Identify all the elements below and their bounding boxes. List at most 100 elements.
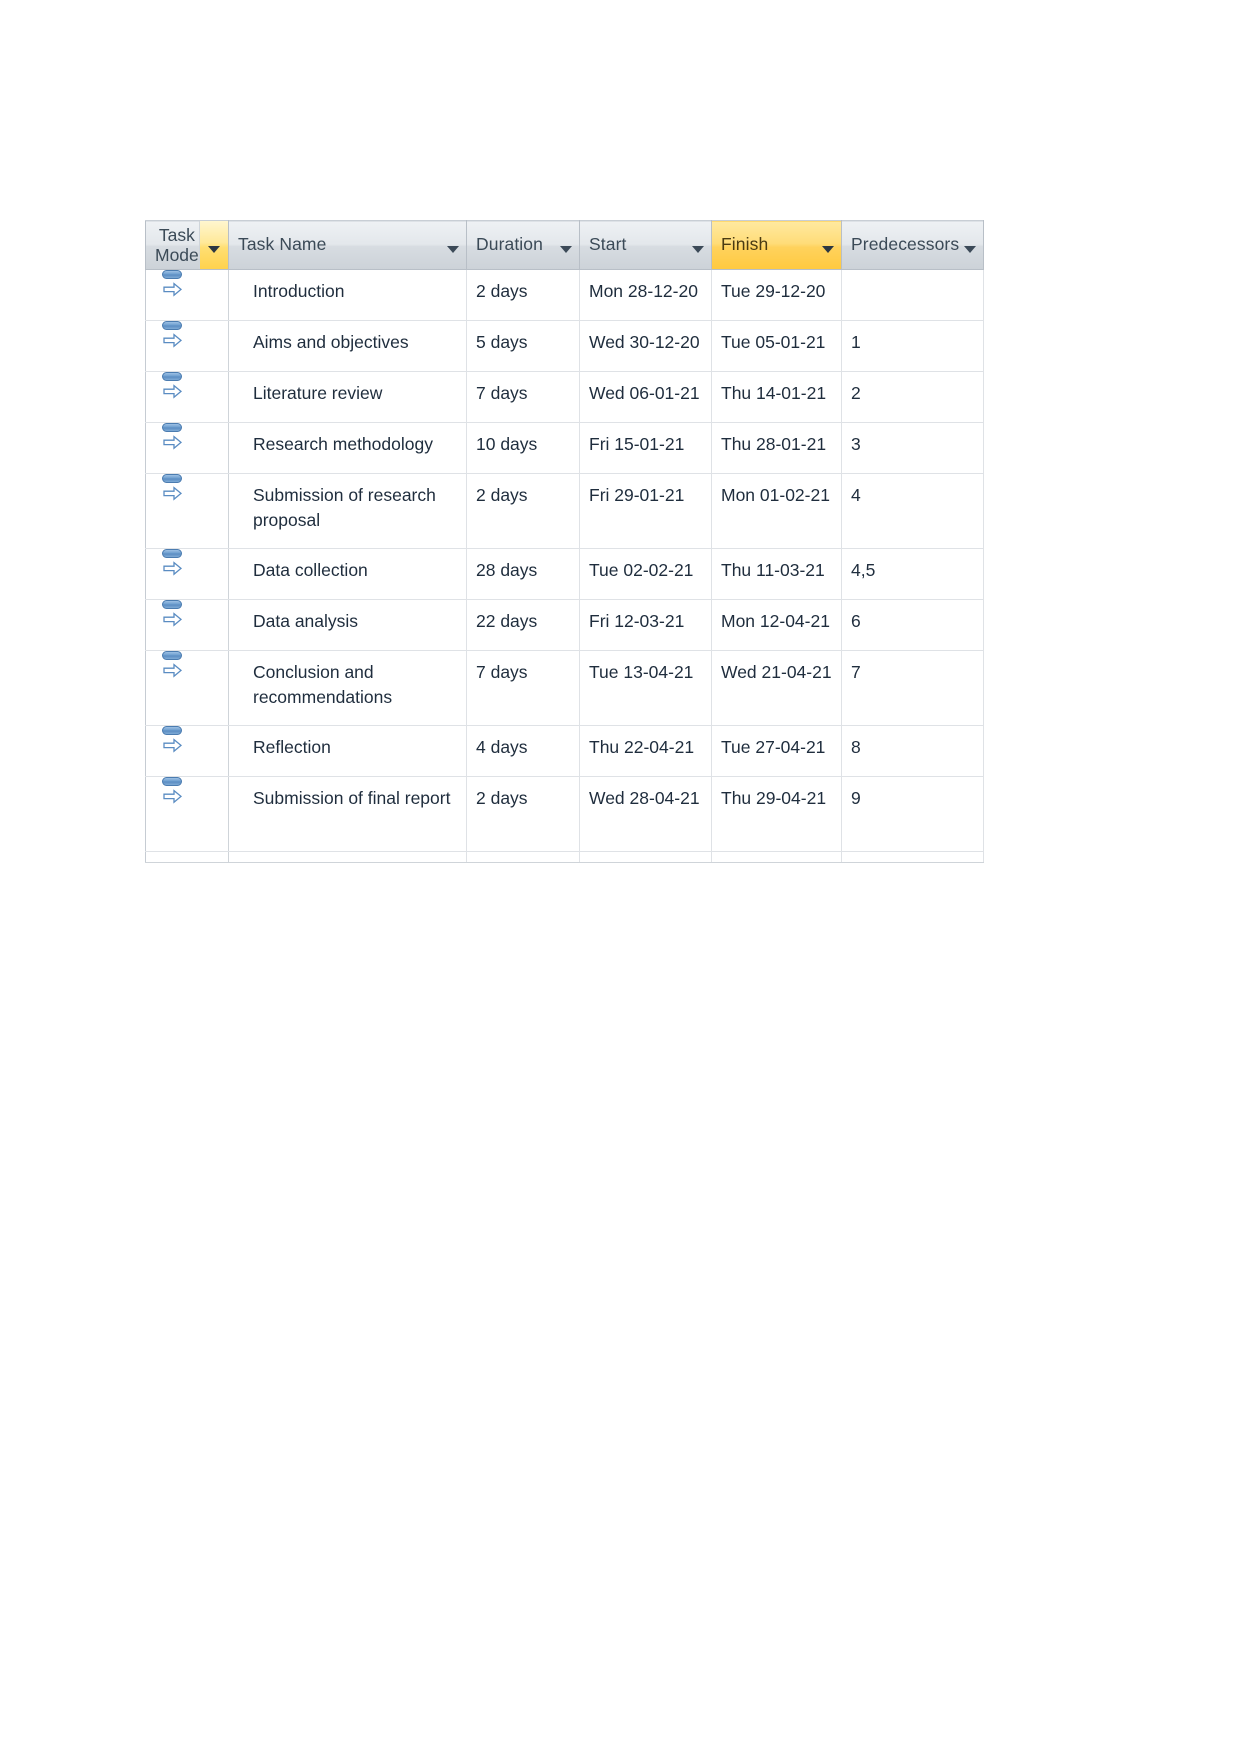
cell-duration[interactable]: 2 days (466, 269, 580, 321)
cell-predecessors[interactable]: 8 (841, 725, 984, 777)
column-header-task-mode[interactable]: Task Mode (145, 220, 229, 270)
cell-task-mode[interactable] (145, 776, 229, 852)
cell-start[interactable]: Tue 02-02-21 (579, 548, 712, 600)
start-text: Wed 06-01-21 (589, 383, 700, 403)
cell-task-mode[interactable] (145, 269, 229, 321)
cell-task-name[interactable]: Submission of research proposal (228, 473, 467, 549)
column-header-finish[interactable]: Finish (711, 220, 842, 270)
column-header-duration[interactable]: Duration (466, 220, 580, 270)
cell-task-name[interactable]: Conclusion and recommendations (228, 650, 467, 726)
cell-predecessors[interactable]: 3 (841, 422, 984, 474)
filter-dropdown-finish[interactable] (822, 237, 834, 253)
column-header-start[interactable]: Start (579, 220, 712, 270)
cell-finish[interactable]: Thu 14-01-21 (711, 371, 842, 423)
cell-duration[interactable]: 7 days (466, 371, 580, 423)
table-row[interactable]: Submission of research proposal 2 days Fri… (145, 473, 984, 549)
cell-task-mode[interactable] (145, 548, 229, 600)
start-text: Thu 22-04-21 (589, 737, 695, 757)
cell-task-mode[interactable] (145, 371, 229, 423)
cell-start[interactable]: Thu 22-04-21 (579, 725, 712, 777)
cell-finish[interactable]: Mon 01-02-21 (711, 473, 842, 549)
cell-start[interactable]: Wed 06-01-21 (579, 371, 712, 423)
cell-task-name[interactable]: Introduction (228, 269, 467, 321)
cell-predecessors[interactable]: 6 (841, 599, 984, 651)
cell-task-name[interactable]: Research methodology (228, 422, 467, 474)
cell-task-name[interactable]: Data analysis (228, 599, 467, 651)
task-name-text: Data collection (253, 560, 368, 580)
task-name-text: Aims and objectives (253, 332, 409, 352)
table-row[interactable]: Submission of final report 2 days Wed 28-0… (145, 776, 984, 852)
task-mode-bar (162, 423, 182, 432)
cell-duration[interactable]: 28 days (466, 548, 580, 600)
filter-dropdown-predecessors[interactable] (964, 237, 976, 253)
cell-finish[interactable]: Thu 28-01-21 (711, 422, 842, 474)
cell-duration[interactable]: 7 days (466, 650, 580, 726)
task-name-text: Research methodology (253, 434, 433, 454)
chevron-down-icon (692, 246, 704, 253)
cell-duration[interactable]: 2 days (466, 473, 580, 549)
task-mode-arrow (163, 561, 182, 576)
table-row[interactable]: Literature review 7 days Wed 06-01-21 Thu 1… (145, 371, 984, 423)
cell-finish[interactable]: Mon 12-04-21 (711, 599, 842, 651)
cell-start[interactable]: Fri 15-01-21 (579, 422, 712, 474)
table-row[interactable]: Data analysis 22 days Fri 12-03-21 Mon 12-0… (145, 599, 984, 651)
cell-predecessors[interactable]: 9 (841, 776, 984, 852)
cell-task-name[interactable]: Data collection (228, 548, 467, 600)
cell-start[interactable]: Wed 28-04-21 (579, 776, 712, 852)
table-row[interactable]: Aims and objectives 5 days Wed 30-12-20 Tue… (145, 320, 984, 372)
cell-finish[interactable]: Thu 29-04-21 (711, 776, 842, 852)
predecessors-text: 3 (851, 434, 861, 454)
table-row[interactable]: Introduction 2 days Mon 28-12-20 Tue 29-12-… (145, 269, 984, 321)
cell-finish[interactable]: Tue 29-12-20 (711, 269, 842, 321)
table-row[interactable]: Data collection 28 days Tue 02-02-21 Thu 11… (145, 548, 984, 600)
table-row[interactable]: Research methodology 10 days Fri 15-01-21 T… (145, 422, 984, 474)
cell-duration[interactable]: 10 days (466, 422, 580, 474)
cell-task-name[interactable]: Reflection (228, 725, 467, 777)
table-row[interactable]: Conclusion and recommendations 7 days Tue … (145, 650, 984, 726)
filter-dropdown-start[interactable] (692, 237, 704, 253)
cell-task-mode[interactable] (145, 599, 229, 651)
duration-text: 2 days (476, 788, 528, 808)
cell-duration[interactable]: 2 days (466, 776, 580, 852)
cell-task-name[interactable]: Aims and objectives (228, 320, 467, 372)
predecessors-text: 2 (851, 383, 861, 403)
column-header-predecessors[interactable]: Predecessors (841, 220, 984, 270)
cell-finish[interactable]: Thu 11-03-21 (711, 548, 842, 600)
cell-start[interactable]: Wed 30-12-20 (579, 320, 712, 372)
cell-task-name[interactable]: Submission of final report (228, 776, 467, 852)
cell-task-name[interactable]: Literature review (228, 371, 467, 423)
cell-duration (466, 851, 580, 863)
cell-predecessors[interactable]: 1 (841, 320, 984, 372)
cell-duration[interactable]: 5 days (466, 320, 580, 372)
chevron-down-icon (447, 246, 459, 253)
start-text: Wed 30-12-20 (589, 332, 700, 352)
cell-start[interactable]: Fri 12-03-21 (579, 599, 712, 651)
duration-text: 28 days (476, 560, 538, 580)
table-row[interactable]: Reflection 4 days Thu 22-04-21 Tue 27-04-21… (145, 725, 984, 777)
cell-finish[interactable]: Tue 05-01-21 (711, 320, 842, 372)
filter-dropdown-duration[interactable] (560, 237, 572, 253)
cell-predecessors[interactable] (841, 269, 984, 321)
cell-task-mode[interactable] (145, 725, 229, 777)
cell-predecessors[interactable]: 4 (841, 473, 984, 549)
cell-task-mode[interactable] (145, 650, 229, 726)
cell-predecessors[interactable]: 4,5 (841, 548, 984, 600)
filter-dropdown-task-name[interactable] (447, 237, 459, 253)
column-header-task-name[interactable]: Task Name (228, 220, 467, 270)
cell-task-mode[interactable] (145, 320, 229, 372)
cell-start[interactable]: Mon 28-12-20 (579, 269, 712, 321)
cell-predecessors[interactable]: 7 (841, 650, 984, 726)
cell-finish[interactable]: Wed 21-04-21 (711, 650, 842, 726)
cell-duration[interactable]: 4 days (466, 725, 580, 777)
cell-start[interactable]: Fri 29-01-21 (579, 473, 712, 549)
column-header-predecessors-label: Predecessors (851, 234, 960, 255)
filter-dropdown-task-mode[interactable] (198, 221, 228, 269)
cell-task-mode[interactable] (145, 422, 229, 474)
cell-duration[interactable]: 22 days (466, 599, 580, 651)
cell-start[interactable]: Tue 13-04-21 (579, 650, 712, 726)
task-mode-arrow (163, 384, 182, 399)
cell-predecessors[interactable]: 2 (841, 371, 984, 423)
cell-task-mode[interactable] (145, 473, 229, 549)
cell-finish[interactable]: Tue 27-04-21 (711, 725, 842, 777)
predecessors-text: 4,5 (851, 560, 876, 580)
